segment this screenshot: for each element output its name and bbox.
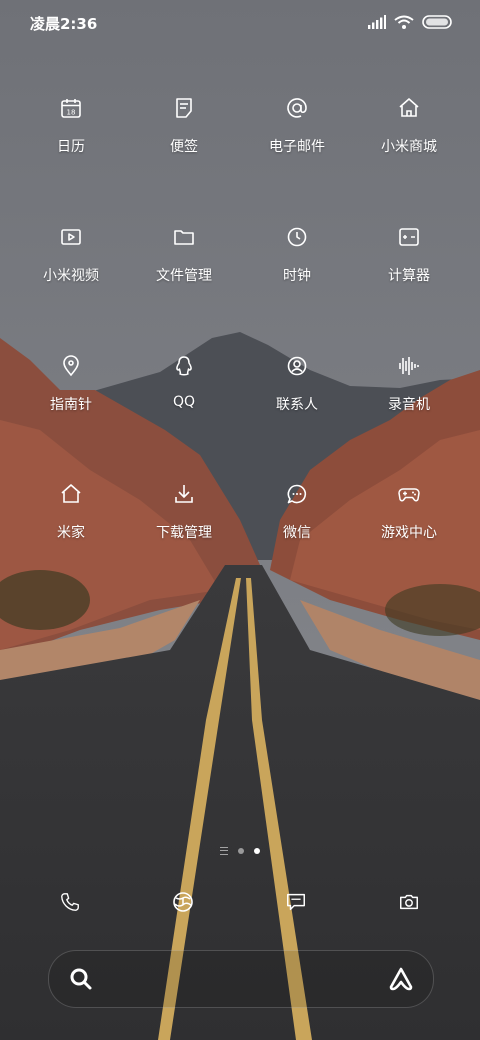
app-label: 日历 xyxy=(57,139,85,155)
gamepad-icon xyxy=(398,488,420,502)
qq-icon xyxy=(176,356,192,376)
dock-messages[interactable] xyxy=(276,888,316,916)
status-bar: 凌晨2:36 xyxy=(0,0,480,44)
email-icon xyxy=(287,98,307,118)
wechat-icon xyxy=(287,484,307,504)
app-mi-store[interactable]: 小米商城 xyxy=(353,96,465,176)
browser-icon xyxy=(173,892,193,912)
app-label: 米家 xyxy=(57,525,85,541)
app-compass[interactable]: 指南针 xyxy=(15,354,127,434)
page-dot-active[interactable] xyxy=(254,848,260,854)
app-wechat[interactable]: 微信 xyxy=(241,482,353,562)
app-calculator[interactable]: 计算器 xyxy=(353,225,465,305)
app-file-manager[interactable]: 文件管理 xyxy=(128,225,240,305)
app-notes[interactable]: 便签 xyxy=(128,96,240,176)
dock-browser[interactable] xyxy=(163,888,203,916)
dock-phone[interactable] xyxy=(50,888,90,916)
app-label: 游戏中心 xyxy=(381,525,437,541)
contacts-icon xyxy=(287,356,307,376)
app-label: 下载管理 xyxy=(156,525,212,541)
search-bar[interactable] xyxy=(48,950,434,1008)
shop-icon xyxy=(399,98,419,117)
notes-icon xyxy=(176,98,192,118)
home-icon xyxy=(61,484,81,503)
app-label: 文件管理 xyxy=(156,268,212,284)
app-mi-video[interactable]: 小米视频 xyxy=(15,225,127,305)
app-label: QQ xyxy=(172,394,196,410)
status-time: 凌晨2:36 xyxy=(30,15,98,33)
search-icon[interactable] xyxy=(67,965,95,997)
app-list-icon[interactable] xyxy=(220,847,228,855)
app-label: 电子邮件 xyxy=(269,139,325,155)
battery-icon xyxy=(422,15,452,29)
app-label: 联系人 xyxy=(276,397,318,413)
app-label: 便签 xyxy=(170,139,198,155)
app-calendar[interactable]: 18 日历 xyxy=(15,96,127,176)
phone-icon xyxy=(61,893,79,911)
signal-icon xyxy=(368,15,386,29)
folder-icon xyxy=(174,230,194,245)
video-icon xyxy=(61,229,81,245)
app-label: 指南针 xyxy=(50,397,92,413)
app-label: 计算器 xyxy=(388,268,430,284)
page-dot[interactable] xyxy=(238,848,244,854)
camera-icon xyxy=(400,894,418,910)
calendar-date: 18 xyxy=(67,109,76,117)
app-label: 时钟 xyxy=(283,268,311,284)
app-qq[interactable]: QQ xyxy=(128,354,240,434)
app-email[interactable]: 电子邮件 xyxy=(241,96,353,176)
app-game-center[interactable]: 游戏中心 xyxy=(353,482,465,562)
calculator-icon xyxy=(399,228,419,246)
recorder-icon xyxy=(399,357,419,375)
clock-icon xyxy=(287,227,307,247)
download-icon xyxy=(175,485,193,503)
assistant-icon[interactable] xyxy=(387,965,415,997)
page-indicator[interactable] xyxy=(0,843,480,859)
compass-icon xyxy=(63,355,79,377)
app-label: 小米视频 xyxy=(43,268,99,284)
wifi-icon xyxy=(394,15,414,29)
app-recorder[interactable]: 录音机 xyxy=(353,354,465,434)
app-label: 录音机 xyxy=(388,397,430,413)
app-clock[interactable]: 时钟 xyxy=(241,225,353,305)
app-contacts[interactable]: 联系人 xyxy=(241,354,353,434)
app-label: 小米商城 xyxy=(381,139,437,155)
calendar-icon: 18 xyxy=(61,99,81,118)
app-downloads[interactable]: 下载管理 xyxy=(128,482,240,562)
app-mijia[interactable]: 米家 xyxy=(15,482,127,562)
messages-icon xyxy=(287,893,305,911)
dock-camera[interactable] xyxy=(389,888,429,916)
app-label: 微信 xyxy=(283,525,311,541)
